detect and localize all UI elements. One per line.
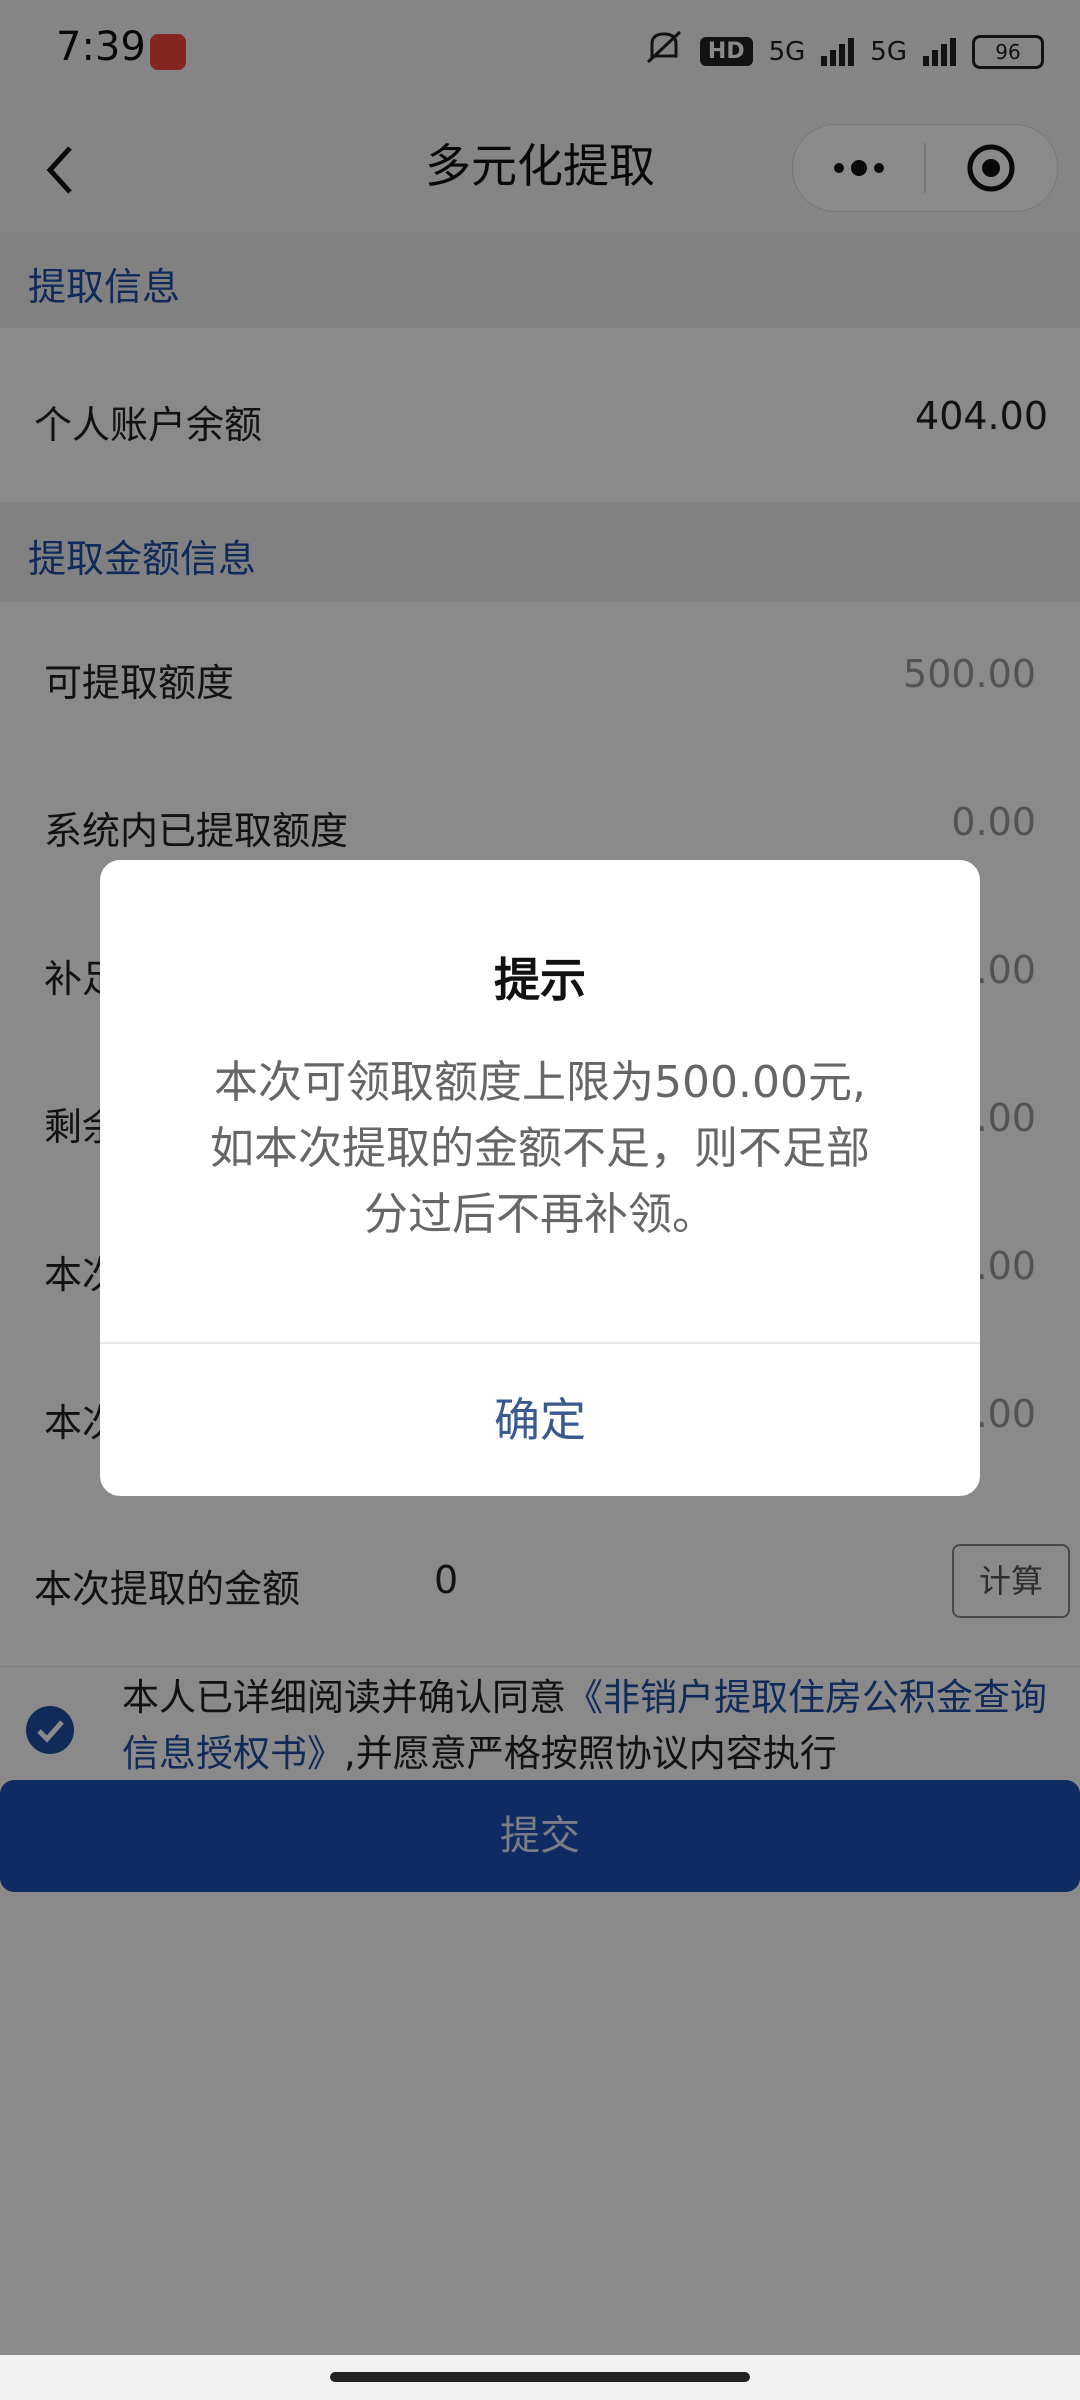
dialog-message: 本次可领取额度上限为500.00元, 如本次提取的金额不足，则不足部 分过后不再… <box>170 1050 910 1248</box>
confirm-button[interactable]: 确定 <box>100 1344 980 1496</box>
dialog-message-line-3: 分过后不再补领。 <box>364 1189 716 1240</box>
dialog-title: 提示 <box>494 953 586 1007</box>
dialog-message-line-1: 本次可领取额度上限为500.00元, <box>214 1057 866 1108</box>
alert-dialog: 提示 本次可领取额度上限为500.00元, 如本次提取的金额不足，则不足部 分过… <box>100 860 980 1496</box>
home-indicator-top <box>330 2372 750 2382</box>
dialog-message-line-2: 如本次提取的金额不足，则不足部 <box>210 1123 870 1174</box>
